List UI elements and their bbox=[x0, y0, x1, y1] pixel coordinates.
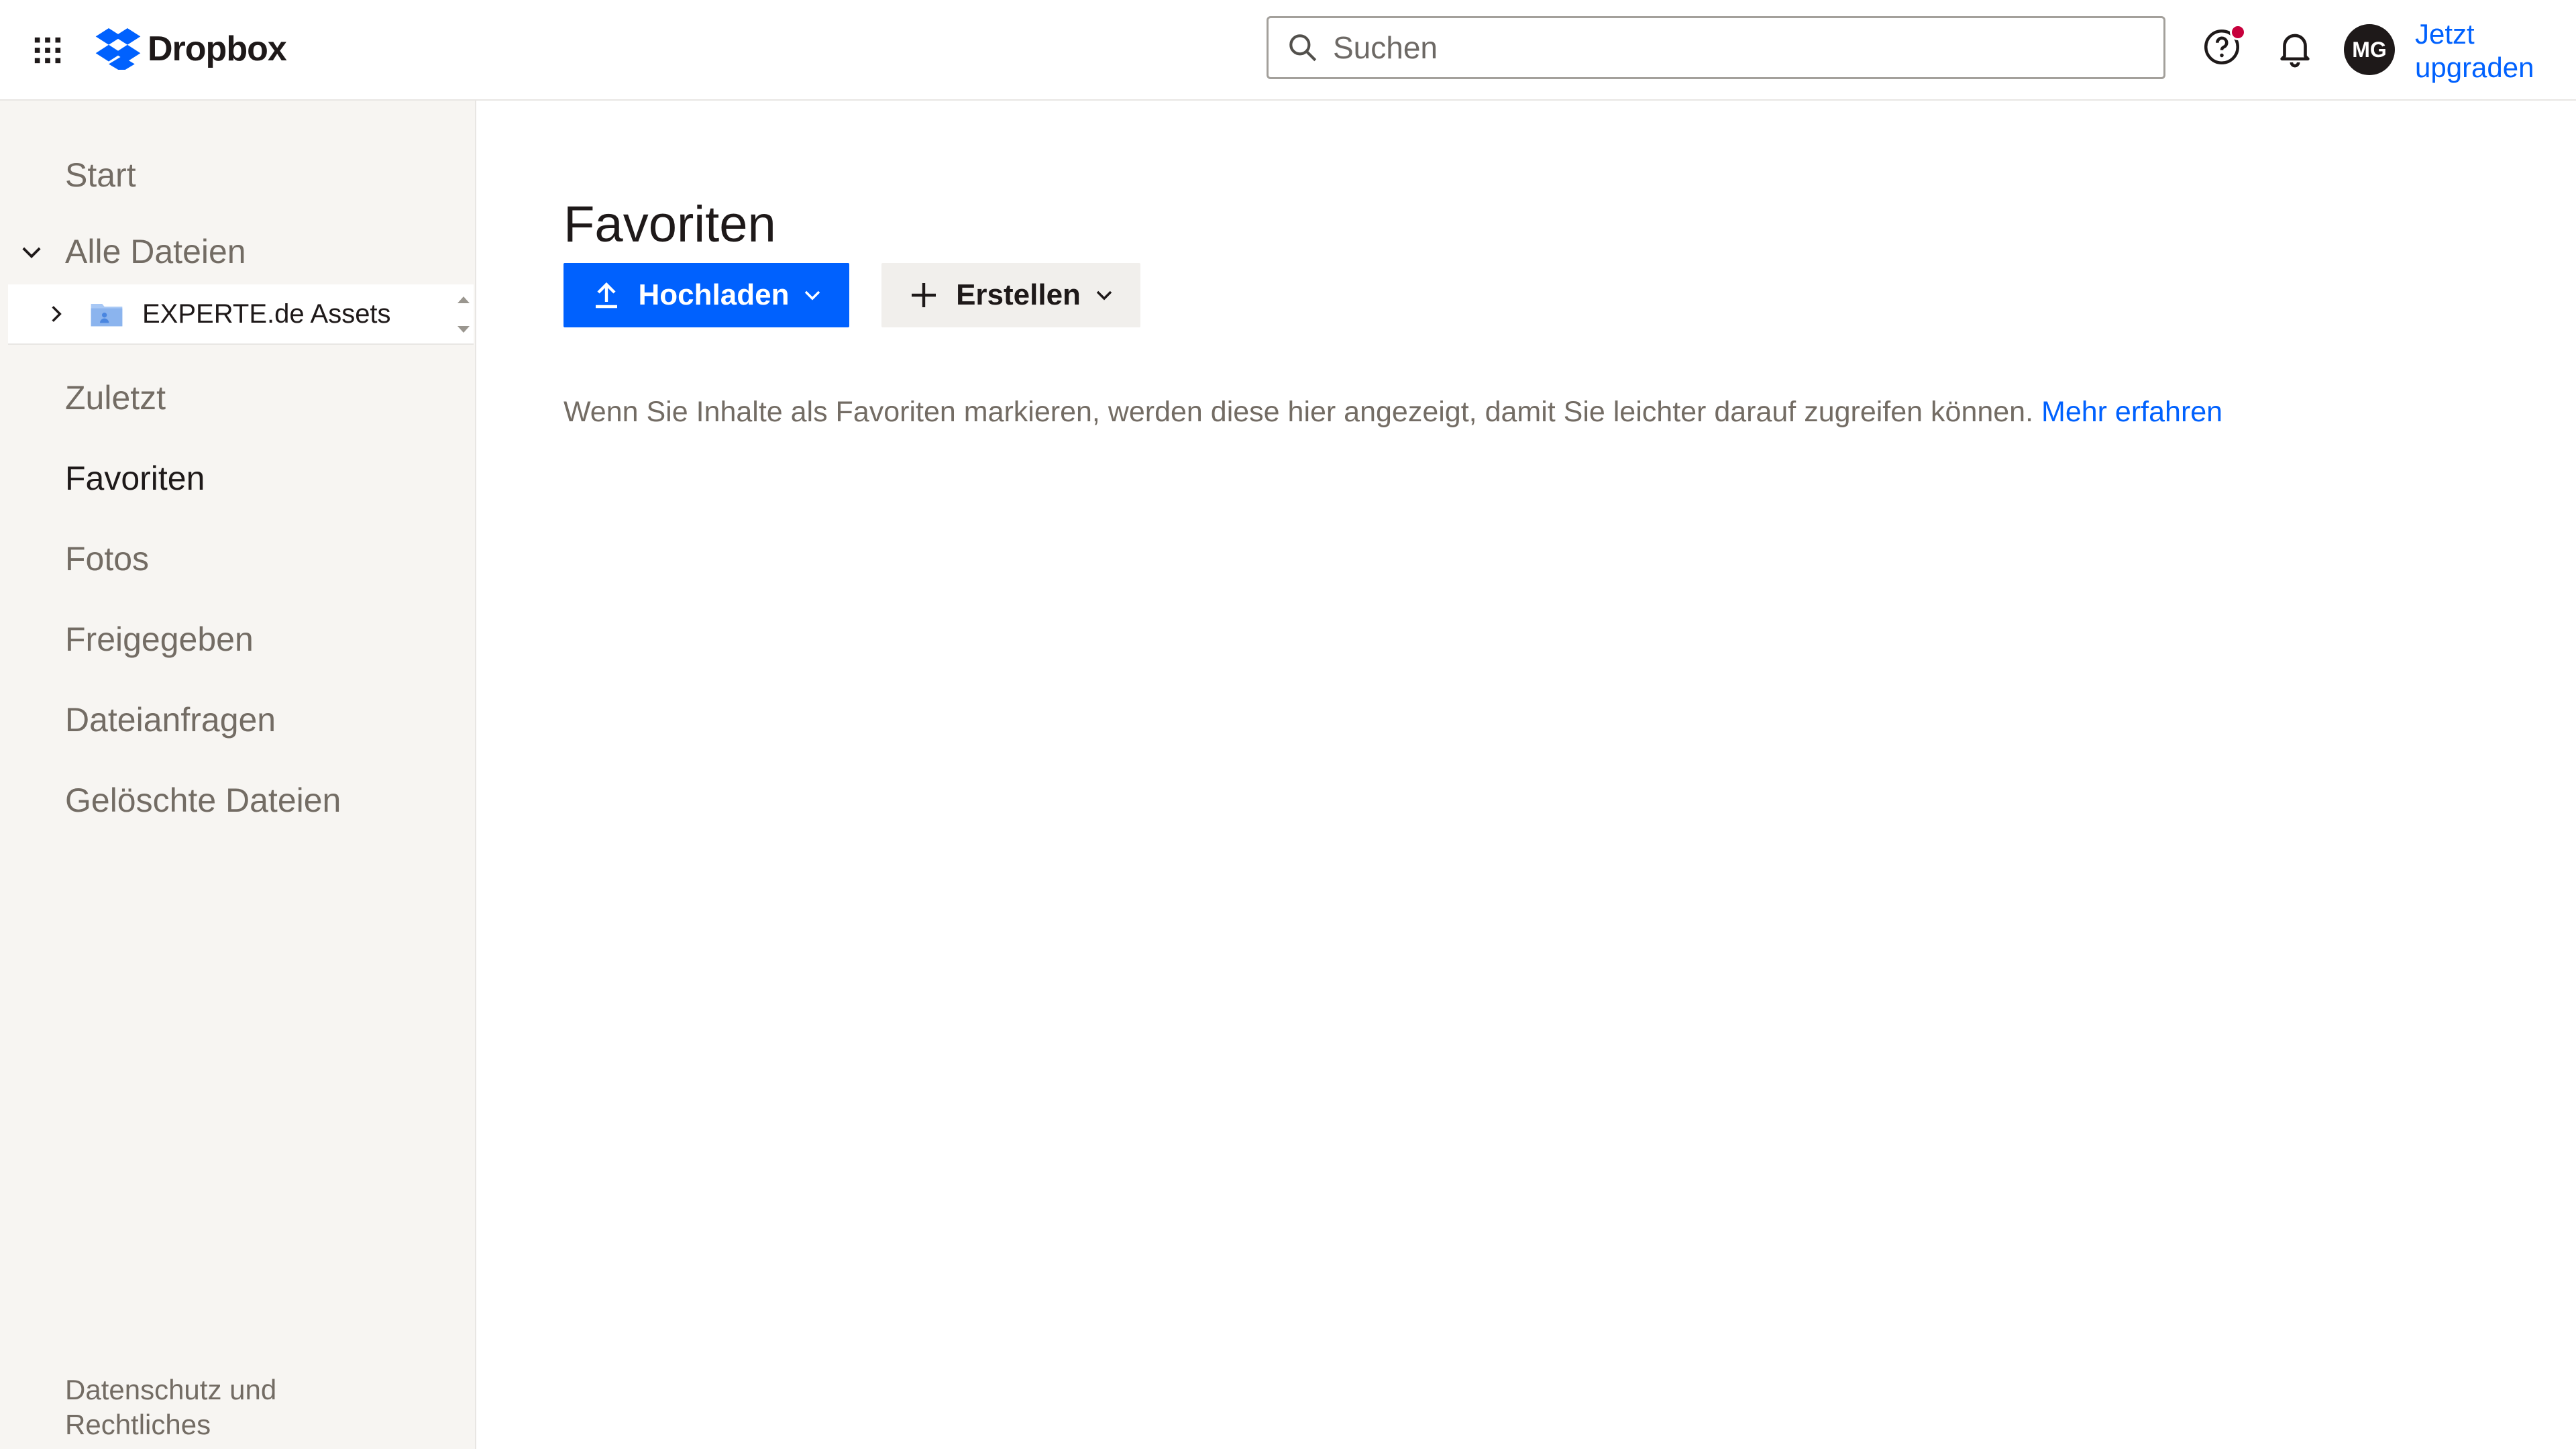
learn-more-link[interactable]: Mehr erfahren bbox=[2041, 396, 2222, 428]
app-grid-icon[interactable] bbox=[32, 35, 63, 66]
upload-button[interactable]: Hochladen bbox=[564, 263, 849, 327]
create-button-label: Erstellen bbox=[956, 278, 1081, 311]
shared-folder-icon bbox=[91, 304, 123, 327]
tree-row-folder[interactable]: EXPERTE.de Assets bbox=[8, 284, 474, 345]
notification-dot bbox=[2230, 24, 2246, 40]
upload-button-label: Hochladen bbox=[638, 278, 790, 311]
bell-icon[interactable] bbox=[2274, 27, 2316, 68]
plus-icon bbox=[912, 283, 936, 307]
page-title: Favoriten bbox=[564, 195, 776, 253]
sidebar-item-recent[interactable]: Zuletzt bbox=[65, 378, 166, 417]
chevron-down-icon[interactable] bbox=[17, 239, 46, 267]
upload-icon bbox=[595, 282, 617, 309]
sidebar-item-favorites[interactable]: Favoriten bbox=[65, 459, 205, 498]
app-name: Dropbox bbox=[148, 30, 287, 68]
sidebar-item-shared[interactable]: Freigegeben bbox=[65, 620, 254, 659]
sidebar-item-file-requests[interactable]: Dateianfragen bbox=[65, 700, 276, 739]
sidebar: Start Alle Dateien EXPERTE.de Assets Zul… bbox=[0, 101, 476, 1449]
sidebar-item-all-files[interactable]: Alle Dateien bbox=[65, 232, 246, 271]
empty-state-text: Wenn Sie Inhalte als Favoriten markieren… bbox=[564, 396, 2034, 428]
avatar[interactable]: MG bbox=[2344, 24, 2395, 75]
chevron-down-icon bbox=[1096, 290, 1112, 301]
upgrade-link[interactable]: Jetzt upgraden bbox=[2415, 17, 2563, 85]
search-icon bbox=[1289, 34, 1317, 62]
dropbox-logo-icon bbox=[95, 28, 141, 70]
sidebar-item-deleted-files[interactable]: Gelöschte Dateien bbox=[65, 781, 341, 820]
dropbox-logo[interactable]: Dropbox bbox=[94, 25, 287, 72]
search-input[interactable] bbox=[1332, 29, 2163, 66]
privacy-legal-link[interactable]: Datenschutz und Rechtliches bbox=[65, 1373, 347, 1442]
sidebar-item-photos[interactable]: Fotos bbox=[65, 539, 149, 578]
sidebar-item-start[interactable]: Start bbox=[65, 156, 136, 195]
chevron-down-icon bbox=[805, 290, 820, 301]
scrollbar[interactable] bbox=[453, 284, 474, 345]
search-box[interactable] bbox=[1267, 16, 2165, 79]
empty-state-message: Wenn Sie Inhalte als Favoriten markieren… bbox=[564, 396, 2222, 429]
top-bar: Dropbox MG Jetzt upgraden bbox=[0, 0, 2576, 101]
help-button[interactable] bbox=[2202, 24, 2246, 67]
create-button[interactable]: Erstellen bbox=[881, 263, 1140, 327]
tree-item-label: EXPERTE.de Assets bbox=[142, 299, 391, 329]
chevron-right-icon[interactable] bbox=[46, 303, 67, 325]
